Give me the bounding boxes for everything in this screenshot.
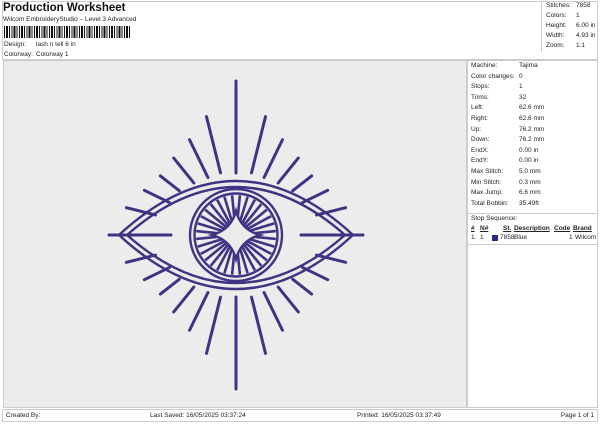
details-panel: Machine: Tajima Color changes: 0 Stops: 1 Trim… [467,60,598,408]
detail-colorchanges: Color changes: 0 [471,72,523,80]
sun-ray [291,174,314,193]
last-saved: Last Saved: 16/05/2025 03:37:24 [150,412,246,419]
color-swatch [492,235,498,241]
stat-zoom: Zoom: 1:1 [546,42,586,49]
detail-trims: Trims: 32 [471,93,527,101]
design-preview [3,60,467,408]
stat-width: Width: 4.93 in [546,32,596,39]
sun-ray [172,285,196,314]
sun-ray [262,138,284,179]
created-by: Created By: [6,412,41,419]
page-number: Page 1 of 1 [560,412,594,419]
colorway-value: Colorway 1 [36,51,69,58]
detail-maxjump: Max Jump: 6.6 mm [471,189,541,197]
detail-down: Down: 76.2 mm [471,136,545,144]
sun-ray [172,156,196,185]
detail-maxstitch: Max Stitch: 5.0 mm [471,168,541,175]
sun-ray [188,291,210,332]
page-title: Production Worksheet [3,2,126,14]
design-value: lash n tell 6 in [36,41,76,48]
sun-ray [276,285,300,314]
detail-endy: EndY: 0.00 in [471,157,539,165]
colorway-label: Colorway: [4,51,33,58]
sun-ray [249,295,268,355]
sun-ray [204,115,223,175]
sun-ray [276,156,300,185]
detail-left: Left: 62.6 mm [471,104,545,112]
barcode [4,26,130,38]
sun-ray [158,174,181,193]
detail-totalbobbin: Total Bobbin: 35.49ft [471,199,539,207]
detail-up: Up: 76.2 mm [471,125,545,133]
detail-stops: Stops: 1 [471,83,523,91]
detail-right: Right: 62.6 mm [471,115,545,122]
printed-date: Printed: 16/05/2025 03:37:49 [357,412,441,419]
design-label: Design: [4,41,27,48]
detail-machine: Machine: Tajima [471,62,538,69]
stat-colors: Colors: 1 [546,12,580,19]
worksheet-footer: Created By: Last Saved: 16/05/2025 03:37… [2,409,598,422]
detail-endx: EndX: 0.00 in [471,146,539,154]
stat-height: Height: 6.00 in [546,22,596,29]
software-subtitle: Wilcom EmbroideryStudio – Level 3 Advanc… [3,16,137,23]
stat-stitches: Stitches: 7858 [546,2,591,9]
stop-sequence-title: Stop Sequence: [471,215,518,222]
sun-ray [158,277,181,296]
sun-ray [204,295,223,355]
sun-ray [291,277,314,296]
detail-minstitch: Min Stitch: 0.3 mm [471,178,541,186]
sun-ray [249,115,268,175]
embroidery-design-eye [107,79,365,391]
sun-ray [262,291,284,332]
sun-ray [188,138,210,179]
